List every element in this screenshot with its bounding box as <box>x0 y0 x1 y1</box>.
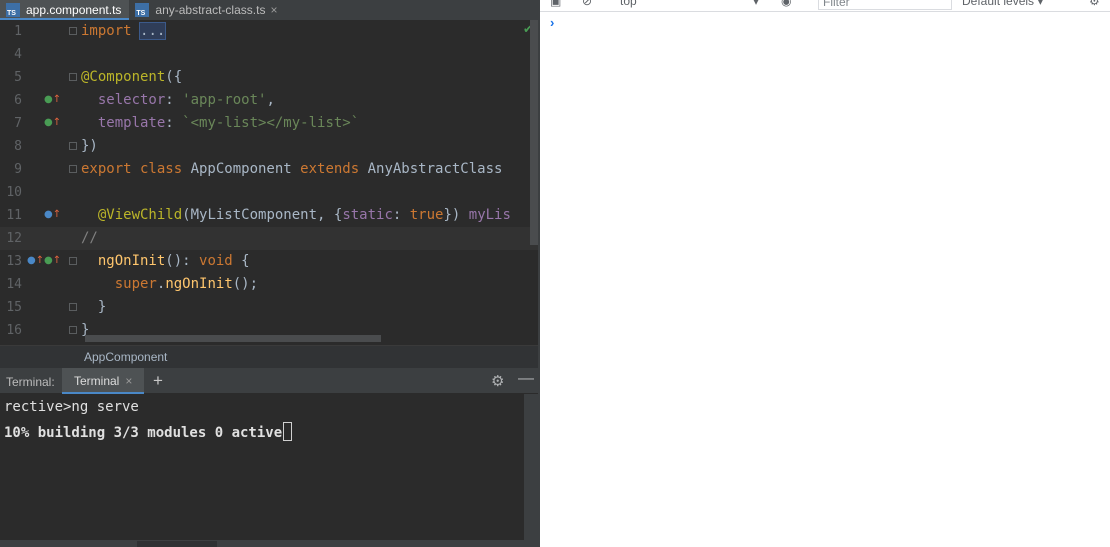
implements-icon[interactable]: ●↑ <box>44 254 61 268</box>
code-text: selector: 'app-root', <box>81 92 275 108</box>
code-line[interactable]: 11 ●↑ @ViewChild(MyListComponent, {static… <box>0 204 538 227</box>
code-line[interactable]: 15 } <box>0 296 538 319</box>
chevron-down-icon[interactable]: ▾ <box>753 0 759 8</box>
tab-app-component[interactable]: TS app.component.ts <box>0 0 130 20</box>
overrides-icon[interactable]: ●↑ <box>27 254 44 268</box>
terminal-horizontal-scroll-thumb[interactable] <box>137 541 217 547</box>
ide-panel: TS app.component.ts TS any-abstract-clas… <box>0 0 538 547</box>
code-text: super.ngOnInit(); <box>114 276 259 292</box>
implements-icon[interactable]: ●↑ <box>44 93 61 107</box>
line-number: 4 <box>14 47 22 62</box>
code-line[interactable]: 8}) <box>0 135 538 158</box>
context-select[interactable]: top <box>620 0 637 8</box>
editor-tab-bar: TS app.component.ts TS any-abstract-clas… <box>0 0 538 20</box>
code-line[interactable]: 13 ●↑ ●↑ ngOnInit(): void { <box>0 250 538 273</box>
code-line[interactable]: 6 ●↑ selector: 'app-root', <box>0 89 538 112</box>
minimize-button[interactable]: — <box>518 370 534 388</box>
line-number: 13 <box>6 254 22 269</box>
line-number: 9 <box>14 162 22 177</box>
add-terminal-button[interactable]: + <box>153 371 163 391</box>
code-editor[interactable]: 1 import ... 4 5 @Component({ 6 ●↑ selector: '… <box>0 20 538 345</box>
code-text: ngOnInit(): void { <box>97 253 250 269</box>
fold-toggle-icon[interactable] <box>69 142 77 150</box>
code-line[interactable]: 5 @Component({ <box>0 66 538 89</box>
overrides-icon[interactable]: ●↑ <box>44 208 61 222</box>
code-text: }) <box>81 138 98 154</box>
tab-label: any-abstract-class.ts <box>155 3 266 17</box>
code-text: template: `<my-list></my-list>` <box>81 115 360 131</box>
code-text: export class AppComponent extends AnyAbs… <box>81 161 503 177</box>
console-prompt-icon[interactable]: › <box>550 15 554 30</box>
code-line[interactable]: 14 super.ngOnInit(); <box>0 273 538 296</box>
line-number: 1 <box>14 24 22 39</box>
log-levels-select[interactable]: Default levels ▾ <box>962 0 1043 8</box>
line-number: 5 <box>14 70 22 85</box>
breadcrumb[interactable]: AppComponent <box>0 345 538 368</box>
code-line[interactable]: 1 import ... <box>0 20 538 43</box>
breadcrumb-item[interactable]: AppComponent <box>84 350 167 364</box>
line-number: 7 <box>14 116 22 131</box>
filter-input[interactable]: Filter <box>818 0 952 10</box>
line-number: 6 <box>14 93 22 108</box>
fold-toggle-icon[interactable] <box>69 257 77 265</box>
gear-icon[interactable]: ⚙ <box>1089 0 1100 8</box>
eye-icon[interactable]: ◉ <box>781 0 791 8</box>
clear-console-icon[interactable]: ⊘ <box>582 0 592 8</box>
line-number: 15 <box>6 300 22 315</box>
gear-icon[interactable]: ⚙ <box>491 372 504 390</box>
tab-any-abstract-class[interactable]: TS any-abstract-class.ts × <box>129 0 285 20</box>
terminal-vertical-scrollbar[interactable] <box>524 394 538 540</box>
console-toolbar: ▣ ⊘ top ▾ ◉ Filter Default levels ▾ ⚙ <box>540 0 1110 12</box>
editor-horizontal-scrollbar[interactable] <box>85 335 381 342</box>
typescript-file-icon: TS <box>6 3 20 17</box>
line-number: 16 <box>6 323 22 338</box>
line-number: 8 <box>14 139 22 154</box>
line-number: 11 <box>6 208 22 223</box>
code-line[interactable]: 10 <box>0 181 538 204</box>
fold-toggle-icon[interactable] <box>69 27 77 35</box>
terminal-line: rective>ng serve <box>4 399 139 415</box>
fold-toggle-icon[interactable] <box>69 73 77 81</box>
editor-vertical-scrollbar[interactable] <box>530 20 538 245</box>
terminal-output[interactable]: rective>ng serve 10% building 3/3 module… <box>0 394 538 547</box>
sidebar-toggle-icon[interactable]: ▣ <box>550 0 561 8</box>
fold-toggle-icon[interactable] <box>69 303 77 311</box>
line-number: 10 <box>6 185 22 200</box>
fold-toggle-icon[interactable] <box>69 165 77 173</box>
close-icon[interactable]: × <box>125 374 132 388</box>
terminal-cursor <box>283 422 293 441</box>
code-text: import ... <box>81 22 167 40</box>
devtools-console: ▣ ⊘ top ▾ ◉ Filter Default levels ▾ ⚙ › <box>540 0 1110 547</box>
terminal-line-text: 10% building 3/3 modules 0 active <box>4 425 283 441</box>
fold-toggle-icon[interactable] <box>69 326 77 334</box>
terminal-tab-label: Terminal <box>74 374 120 388</box>
code-text: // <box>81 230 98 246</box>
line-number: 14 <box>6 277 22 292</box>
code-text: } <box>81 299 107 315</box>
code-line[interactable]: 7 ●↑ template: `<my-list></my-list>` <box>0 112 538 135</box>
code-text: @ViewChild(MyListComponent, {static: tru… <box>97 207 511 223</box>
code-line[interactable]: 9 export class AppComponent extends AnyAb… <box>0 158 538 181</box>
tab-label: app.component.ts <box>26 3 122 17</box>
terminal-header: Terminal: Terminal × + ⚙ — <box>0 368 538 394</box>
line-number: 12 <box>6 231 22 246</box>
terminal-line: 10% building 3/3 modules 0 active <box>4 422 293 441</box>
tab-terminal[interactable]: Terminal × <box>62 368 145 394</box>
close-icon[interactable]: × <box>270 3 277 17</box>
typescript-file-icon: TS <box>135 3 150 17</box>
code-text: @Component({ <box>81 69 183 85</box>
code-line[interactable]: 12 // <box>0 227 538 250</box>
implements-icon[interactable]: ●↑ <box>44 116 61 130</box>
terminal-title: Terminal: <box>6 375 55 389</box>
code-line[interactable]: 4 <box>0 43 538 66</box>
terminal-horizontal-scrollbar[interactable] <box>0 540 538 547</box>
